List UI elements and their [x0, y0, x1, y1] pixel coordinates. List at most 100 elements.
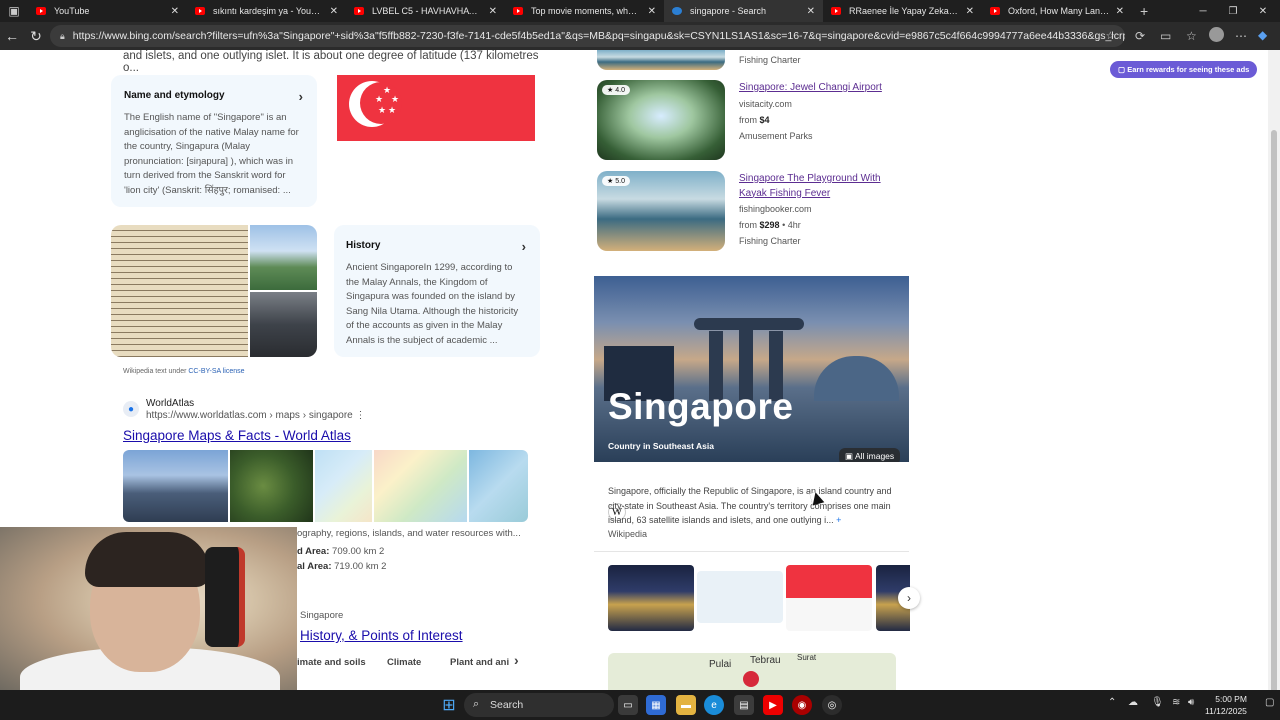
- refresh-icon[interactable]: ↻: [24, 28, 48, 45]
- youtube-app-icon[interactable]: ▶: [763, 695, 783, 715]
- total-area-value: 719.00 km 2: [334, 561, 387, 572]
- result-site: fishingbooker.com: [739, 204, 812, 214]
- tab-lvbel[interactable]: LVBEL C5 - HAVHAVHAV (1960's Di ✕: [346, 0, 505, 22]
- chevron-right-icon[interactable]: ›: [514, 652, 519, 668]
- notifications-icon[interactable]: ▢: [1265, 697, 1274, 708]
- result-price: from $298 • 4hr: [739, 220, 801, 230]
- entity-hero-image[interactable]: Singapore Country in Southeast Asia ▣ Al…: [594, 276, 909, 462]
- minimize-icon[interactable]: ─: [1186, 0, 1220, 22]
- night-skyline-image[interactable]: [608, 565, 694, 631]
- all-images-button[interactable]: ▣ All images: [839, 448, 901, 462]
- app-icon[interactable]: ◉: [792, 695, 812, 715]
- close-tab-icon[interactable]: ✕: [330, 6, 338, 17]
- close-tab-icon[interactable]: ✕: [489, 6, 497, 17]
- topic-pill[interactable]: imate and soils: [297, 657, 366, 668]
- profile-avatar[interactable]: [1209, 27, 1224, 42]
- new-tab-icon[interactable]: +: [1140, 3, 1148, 19]
- scrollbar-thumb[interactable]: [1271, 130, 1277, 700]
- favorite-star-icon[interactable]: ☆: [1106, 30, 1115, 42]
- location-map[interactable]: Pulai Tebrau Surat: [608, 653, 896, 690]
- more-options-icon[interactable]: ⋮: [356, 410, 366, 421]
- total-area-label: al Area:: [297, 561, 332, 572]
- expand-icon[interactable]: +: [836, 515, 841, 525]
- close-tab-icon[interactable]: ✕: [1116, 6, 1124, 17]
- singapore-city-image[interactable]: [123, 450, 228, 522]
- rewards-banner[interactable]: ▢ Earn rewards for seeing these ads: [1110, 61, 1258, 78]
- map-thumbnail[interactable]: [469, 450, 528, 522]
- microphone-icon[interactable]: 🎙︎: [1151, 697, 1164, 708]
- price-value: $4: [759, 115, 770, 125]
- tab-singapore-search[interactable]: singapore - Search ✕: [664, 0, 823, 22]
- result-title-link[interactable]: Singapore The Playground With Kayak Fish…: [739, 172, 909, 201]
- singapore-flag-image[interactable]: ★ ★ ★ ★ ★: [337, 75, 535, 141]
- price-prefix: from: [739, 220, 757, 230]
- palace-gardens-image[interactable]: [250, 225, 317, 290]
- tab-oxford[interactable]: Oxford, How Many Languages Do ✕: [982, 0, 1132, 22]
- map-thumbnail[interactable]: [315, 450, 372, 522]
- taskbar-search[interactable]: ⌕ Search: [464, 693, 614, 717]
- chevron-up-icon[interactable]: ⌃: [1108, 697, 1116, 708]
- page-scrollbar[interactable]: [1268, 50, 1280, 700]
- entity-name: Singapore: [608, 386, 794, 427]
- close-tab-icon[interactable]: ✕: [171, 6, 179, 17]
- split-screen-icon[interactable]: ▭: [1160, 29, 1171, 43]
- carousel-next-button[interactable]: ›: [898, 587, 920, 609]
- topic-pill[interactable]: Plant and ani: [450, 657, 509, 668]
- changi-airport-image[interactable]: ★ 4.0: [597, 80, 725, 160]
- tab-youtube[interactable]: YouTube ✕: [28, 0, 187, 22]
- result-title-link[interactable]: Singapore: Jewel Changi Airport: [739, 82, 882, 93]
- topic-pill[interactable]: Climate: [387, 657, 421, 668]
- description-text: Singapore, officially the Republic of Si…: [608, 486, 892, 525]
- restore-icon[interactable]: ❐: [1216, 0, 1250, 22]
- wifi-icon[interactable]: ≋: [1172, 697, 1180, 708]
- result-title-link[interactable]: History, & Points of Interest: [300, 628, 463, 643]
- file-explorer-icon[interactable]: ▬: [676, 695, 696, 715]
- rating-badge: ★ 5.0: [602, 176, 630, 186]
- result-title-link[interactable]: Singapore Maps & Facts - World Atlas: [123, 428, 351, 443]
- app-icon[interactable]: ◎: [822, 695, 842, 715]
- license-link[interactable]: CC-BY-SA license: [188, 368, 244, 375]
- more-menu-icon[interactable]: ⋯: [1235, 29, 1247, 43]
- tab-title: RRaenee İle Yapay Zeka Sohbeti: [849, 6, 960, 16]
- etymology-card[interactable]: Name and etymology The English name of "…: [111, 75, 317, 207]
- windows-start-icon[interactable]: ⊞: [439, 695, 459, 715]
- malay-annals-manuscript-image[interactable]: [111, 225, 248, 357]
- tab-actions-icon[interactable]: ▣: [0, 0, 28, 22]
- close-tab-icon[interactable]: ✕: [966, 6, 974, 17]
- kayak-fishing-image[interactable]: ★ 5.0: [597, 171, 725, 251]
- world-map-image[interactable]: [697, 571, 783, 623]
- city-skyline-image[interactable]: [250, 292, 317, 357]
- store-icon[interactable]: ▤: [734, 695, 754, 715]
- extensions-icon[interactable]: ⟳: [1135, 29, 1145, 43]
- copilot-icon[interactable]: ◆: [1258, 28, 1267, 42]
- map-thumbnail[interactable]: [374, 450, 467, 522]
- headphones-shape: [205, 547, 245, 647]
- task-view-icon[interactable]: ▭: [618, 695, 638, 715]
- entity-source[interactable]: Wikipedia: [608, 529, 647, 539]
- favorites-icon[interactable]: ☆: [1186, 29, 1197, 43]
- volume-icon[interactable]: 🔊︎: [1188, 697, 1194, 708]
- taskbar: ⊞ ⌕ Search ▭ ▦ ▬ e ▤ ▶ ◉ ◎ ⌃ ☁ 🎙︎ ≋ 🔊︎ 5…: [0, 690, 1280, 720]
- tab-movie-moments[interactable]: Top movie moments, when reinfo ✕: [505, 0, 664, 22]
- close-tab-icon[interactable]: ✕: [648, 6, 656, 17]
- clock[interactable]: 5:00 PM 11/12/2025: [1205, 693, 1247, 717]
- history-card[interactable]: History Ancient SingaporeIn 1299, accord…: [334, 225, 540, 357]
- result-category: Amusement Parks: [739, 131, 813, 141]
- star-icon: ★: [383, 85, 392, 95]
- youtube-icon: [36, 7, 46, 15]
- tab-rraenee[interactable]: RRaenee İle Yapay Zeka Sohbeti ✕: [823, 0, 982, 22]
- close-window-icon[interactable]: ✕: [1246, 0, 1280, 22]
- source-name: Singapore: [300, 610, 344, 621]
- clock-time: 5:00 PM: [1215, 694, 1247, 704]
- tab-sikinti[interactable]: sıkıntı kardeşim ya - YouTube ✕: [187, 0, 346, 22]
- url-field[interactable]: 🔒︎ https://www.bing.com/search?filters=u…: [50, 25, 1125, 47]
- flag-image[interactable]: [786, 565, 872, 631]
- result-image[interactable]: [597, 50, 725, 70]
- edge-icon[interactable]: e: [704, 695, 724, 715]
- widgets-icon[interactable]: ▦: [646, 695, 666, 715]
- network-icon[interactable]: ☁: [1128, 697, 1138, 708]
- all-images-label: All images: [854, 451, 895, 461]
- close-tab-icon[interactable]: ✕: [807, 6, 815, 17]
- back-icon[interactable]: ←: [0, 28, 24, 44]
- jungle-image[interactable]: [230, 450, 313, 522]
